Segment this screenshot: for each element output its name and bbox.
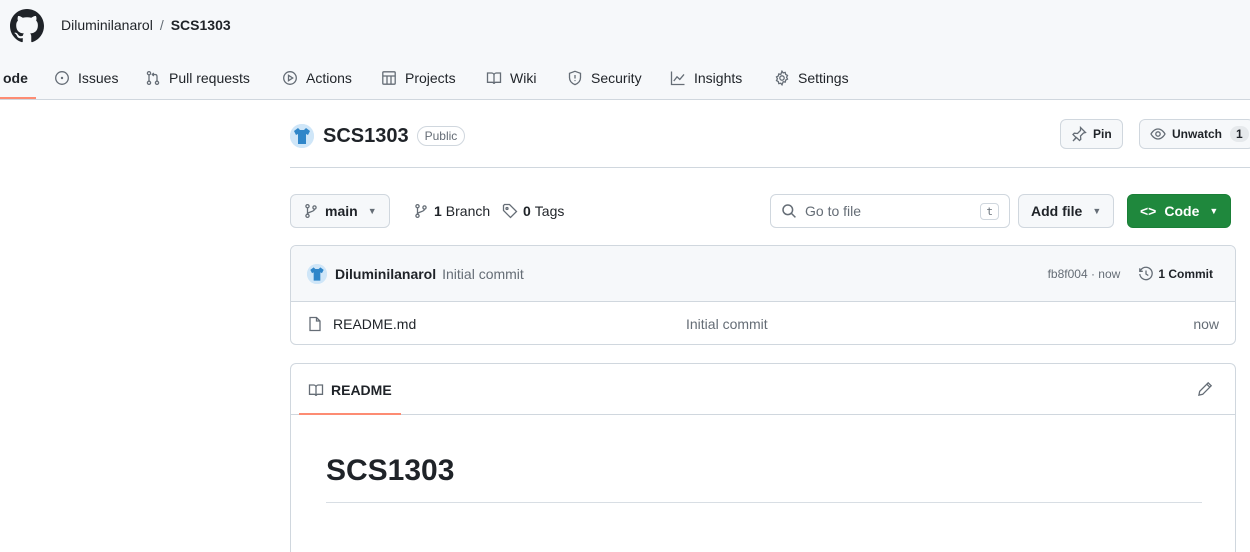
unwatch-button[interactable]: Unwatch 1 <box>1139 119 1250 149</box>
owner-avatar[interactable] <box>290 124 314 148</box>
tab-security[interactable]: Security <box>567 56 642 100</box>
top-header: Diluminilanarol / SCS1303 ode Issues Pull … <box>0 0 1250 100</box>
tab-pull-requests[interactable]: Pull requests <box>145 56 250 100</box>
readme-tab-underline <box>299 413 401 415</box>
file-icon <box>309 316 321 331</box>
tab-actions-label: Actions <box>306 70 352 86</box>
avatar-image-icon <box>307 263 327 284</box>
readme-heading-rule <box>326 502 1202 503</box>
file-browser: Diluminilanarol Initial commit fb8f004 ·… <box>290 245 1236 345</box>
tab-code-label: ode <box>3 70 28 86</box>
pin-icon <box>1072 126 1087 142</box>
chevron-down-icon: ▼ <box>1092 206 1102 216</box>
git-branch-icon <box>415 203 427 219</box>
tag-icon <box>502 203 518 219</box>
avatar-image-icon <box>290 124 314 148</box>
chevron-down-icon: ▼ <box>1209 206 1219 216</box>
book-icon <box>486 72 502 85</box>
file-name[interactable]: README.md <box>333 316 416 332</box>
tab-security-label: Security <box>591 70 642 86</box>
repo-heading: SCS1303 Public <box>290 118 466 154</box>
graph-icon <box>670 71 685 86</box>
unwatch-label: Unwatch <box>1172 127 1223 141</box>
search-shortcut-hint: t <box>980 202 999 220</box>
readme-heading: SCS1303 <box>326 454 455 487</box>
tab-issues[interactable]: Issues <box>54 56 118 100</box>
tab-actions[interactable]: Actions <box>282 56 352 100</box>
eye-icon <box>1150 128 1166 140</box>
readme-header: README <box>291 364 1235 415</box>
history-icon <box>1139 266 1154 281</box>
code-button-label: Code <box>1164 203 1200 219</box>
commit-history-link[interactable]: 1 Commit <box>1138 266 1213 282</box>
file-commit-time: now <box>1193 315 1219 332</box>
github-logo-icon[interactable] <box>10 9 44 43</box>
pencil-icon[interactable] <box>1197 381 1213 397</box>
go-to-file-input[interactable] <box>805 203 965 219</box>
pin-button[interactable]: Pin <box>1060 119 1123 149</box>
go-to-file-search[interactable]: t <box>770 194 1010 228</box>
tab-settings[interactable]: Settings <box>774 56 849 100</box>
tab-wiki-label: Wiki <box>510 70 537 86</box>
tab-projects-label: Projects <box>405 70 456 86</box>
tab-pull-requests-label: Pull requests <box>169 70 250 86</box>
add-file-label: Add file <box>1031 203 1083 219</box>
tab-insights[interactable]: Insights <box>670 56 742 100</box>
code-icon: <> <box>1140 203 1157 219</box>
play-icon <box>283 71 297 85</box>
table-icon <box>382 71 396 85</box>
commit-author[interactable]: Diluminilanarol <box>335 266 436 282</box>
file-row[interactable]: README.md Initial commit now <box>291 302 1235 344</box>
code-button[interactable]: <> Code ▼ <box>1127 194 1232 228</box>
tab-code[interactable]: ode <box>3 56 28 100</box>
breadcrumb-repo[interactable]: SCS1303 <box>171 17 231 33</box>
commit-count-label: 1 Commit <box>1158 267 1213 281</box>
file-commit-message[interactable]: Initial commit <box>686 316 768 332</box>
tab-projects[interactable]: Projects <box>381 56 456 100</box>
chevron-down-icon: ▼ <box>367 206 377 216</box>
visibility-badge: Public <box>416 126 466 146</box>
commit-author-avatar[interactable] <box>307 263 327 284</box>
tag-count: 0 <box>523 203 531 219</box>
branches-link[interactable]: 1 Branch <box>413 194 490 228</box>
active-tab-underline <box>0 97 36 99</box>
latest-commit-row: Diluminilanarol Initial commit fb8f004 ·… <box>291 246 1235 302</box>
tab-settings-label: Settings <box>798 70 849 86</box>
branch-count-label: Branch <box>445 203 491 219</box>
issue-icon <box>55 71 69 85</box>
tab-wiki[interactable]: Wiki <box>486 56 536 100</box>
commit-message[interactable]: Initial commit <box>442 266 524 282</box>
breadcrumb-owner[interactable]: Diluminilanarol <box>61 17 153 33</box>
tag-count-label: Tags <box>534 203 565 219</box>
branch-selector-button[interactable]: main ▼ <box>290 194 390 228</box>
tab-insights-label: Insights <box>694 70 743 86</box>
search-icon <box>782 204 796 218</box>
repo-title[interactable]: SCS1303 <box>323 125 409 148</box>
readme-tab-label: README <box>331 381 392 398</box>
pin-label: Pin <box>1093 127 1112 141</box>
branch-count: 1 <box>434 203 442 219</box>
add-file-button[interactable]: Add file ▼ <box>1018 194 1115 228</box>
branch-name: main <box>325 203 358 219</box>
commit-hash-time[interactable]: fb8f004 · now <box>1048 267 1121 281</box>
commit-meta: fb8f004 · now 1 Commit <box>1048 246 1213 302</box>
readme-tab[interactable]: README <box>299 364 401 415</box>
header-divider <box>290 167 1250 168</box>
shield-icon <box>568 70 582 86</box>
gear-icon <box>775 70 789 86</box>
tab-issues-label: Issues <box>78 70 119 86</box>
book-icon <box>308 383 324 396</box>
tags-link[interactable]: 0 Tags <box>502 194 564 228</box>
watch-counter: 1 <box>1230 126 1249 142</box>
breadcrumb: Diluminilanarol / SCS1303 <box>61 17 231 33</box>
breadcrumb-separator: / <box>159 17 164 33</box>
pull-request-icon <box>146 70 160 86</box>
readme-panel: README SCS1303 <box>290 363 1236 552</box>
git-branch-icon <box>305 203 317 219</box>
